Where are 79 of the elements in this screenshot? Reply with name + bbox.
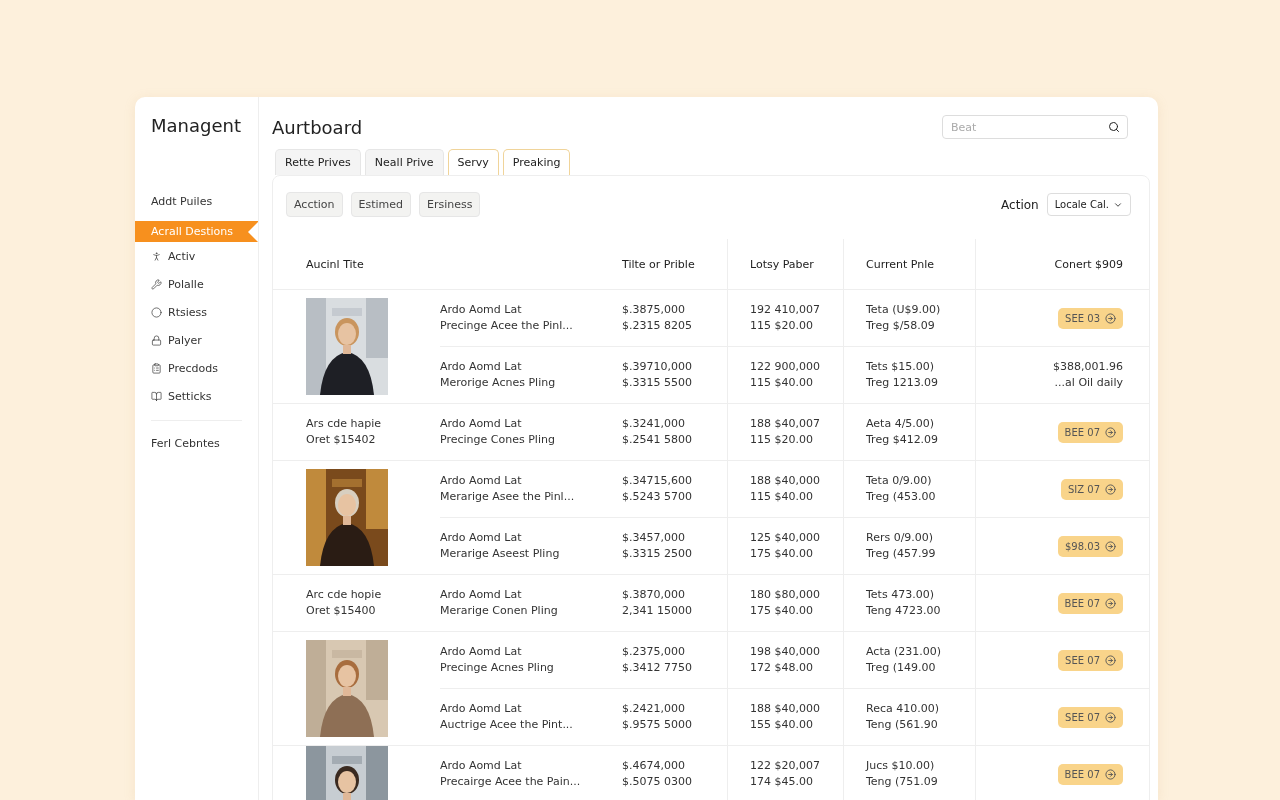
nav-icon [151,278,162,290]
table-cell-text: Ardo Aomd Lat Precinge Cones Pling [440,416,556,448]
table-cell: 198 $40,000 172 $48.00 [727,632,843,688]
table-cell-text: Ardo Aomd Lat Merorige Acnes Pling [440,359,557,391]
sidebar-item[interactable]: Polalle [135,274,258,294]
locale-select[interactable]: Locale Cal. [1046,193,1131,216]
table-cell: Teta 0/9.00) Treg (453.00 [843,461,975,517]
see-button[interactable]: SEE 07 [1058,649,1123,671]
search-icon [1108,121,1120,133]
sidebar-item[interactable]: Addt Puiles [135,191,258,211]
table-cell-text: $.3870,000 2,341 15000 [622,587,693,619]
app-title: Managent [151,115,242,138]
see-button[interactable]: SEE 07 [1058,706,1123,728]
sidebar-item[interactable]: Ferl Cebntes [135,433,258,453]
nav-icon [151,362,162,374]
table-cell: Aeta 4/5.00) Treg $412.09 [843,404,975,460]
sidebar-item[interactable]: Palyer [135,330,258,350]
table-cell-text: $.4674,000 $.5075 0300 [622,758,693,790]
table-cell-text: Ardo Aomd Lat Merarige Asee the Pinl... [440,473,576,505]
table-cell-text: $.3875,000 $.2315 8205 [622,302,693,334]
price-text: $388,001.96 ...al Oil daily [1053,359,1123,391]
column-header: Tilte or Prible [622,257,695,271]
see-button[interactable]: SIZ 07 [1060,478,1123,500]
search-field[interactable]: Beat [942,115,1128,139]
table-cell: 188 $40,000 115 $40.00 [727,461,843,517]
column-header: Aucinl Tite [306,257,364,271]
column-header: Conert $909 [1054,257,1123,271]
tab[interactable]: Preaking [502,149,571,175]
table-cell: 122 900,000 115 $40.00 [727,347,843,403]
sidebar-item[interactable]: Setticks [135,386,258,406]
table-cell: Jucs $10.00) Teng (751.09 [843,746,975,800]
table-cell-text: $.2375,000 $.3412 7750 [622,644,693,676]
table-cell: Reca 410.00) Teng (561.90 [843,689,975,745]
table-cell-text: $.39710,000 $.3315 5500 [622,359,693,391]
see-button[interactable]: SEE 03 [1058,307,1123,329]
see-button[interactable]: BEE 07 [1057,421,1123,443]
nav-icon [151,250,162,262]
table-cell-text: $.2421,000 $.9575 5000 [622,701,693,733]
table-cell: 188 $40,007 115 $20.00 [727,404,843,460]
table-cell: Teta (U$9.00) Treg $/58.09 [843,290,975,346]
table-cell: 122 $20,007 174 $45.00 [727,746,843,800]
table-cell: 188 $40,000 155 $40.00 [727,689,843,745]
table-cell-text: Ardo Aomd Lat Precairge Acee the Pain... [440,758,582,790]
tab[interactable]: Rette Prives [275,149,361,175]
column-header: Lotsy Paber [750,257,814,271]
tab[interactable]: Servy [447,149,499,175]
sidebar-item[interactable]: Activ [135,246,258,266]
nav-icon [151,390,162,402]
nav-icon [151,334,162,346]
see-button[interactable]: BEE 07 [1057,763,1123,785]
table-cell-text: Ardo Aomd Lat Precinge Acee the Pinl... [440,302,574,334]
column-header: Current Pnle [866,257,935,271]
table-cell-text: $.34715,600 $.5243 5700 [622,473,693,505]
tab[interactable]: Neall Prive [364,149,444,175]
table-cell: 180 $80,000 175 $40.00 [727,575,843,631]
nav-icon [151,306,162,318]
filter-chip[interactable]: Acction [286,192,343,217]
table-cell: Tets 473.00) Teng 4723.00 [843,575,975,631]
table-cell: Tets $15.00) Treg 1213.09 [843,347,975,403]
table-cell: 192 410,007 115 $20.00 [727,290,843,346]
filter-chip[interactable]: Estimed [350,192,411,217]
table-cell-text: $.3457,000 $.3315 2500 [622,530,693,562]
table-cell: 125 $40,000 175 $40.00 [727,518,843,574]
table-cell-text: Ardo Aomd Lat Merarige Aseest Pling [440,530,561,562]
lot-text: Ars cde hapie Oret $15402 [306,416,382,448]
table-cell-text: Ardo Aomd Lat Auctrige Acee the Pint... [440,701,574,733]
filter-chip[interactable]: Ersiness [419,192,481,217]
table-cell-text: $.3241,000 $.2541 5800 [622,416,693,448]
table-cell-text: Ardo Aomd Lat Precinge Acnes Pling [440,644,555,676]
sidebar-item[interactable]: Rtsiess [135,302,258,322]
table-cell-text: Ardo Aomd Lat Merarige Conen Pling [440,587,559,619]
sidebar-item[interactable]: Precdods [135,358,258,378]
action-label: Action [1001,197,1039,212]
table-cell: Rers 0/9.00) Treg (457.99 [843,518,975,574]
table-cell: Acta (231.00) Treg (149.00 [843,632,975,688]
lot-text: Arc cde hopie Oret $15400 [306,587,382,619]
page-title: Aurtboard [272,116,363,138]
see-button[interactable]: $98.03 [1058,535,1123,557]
see-button[interactable]: BEE 07 [1057,592,1123,614]
